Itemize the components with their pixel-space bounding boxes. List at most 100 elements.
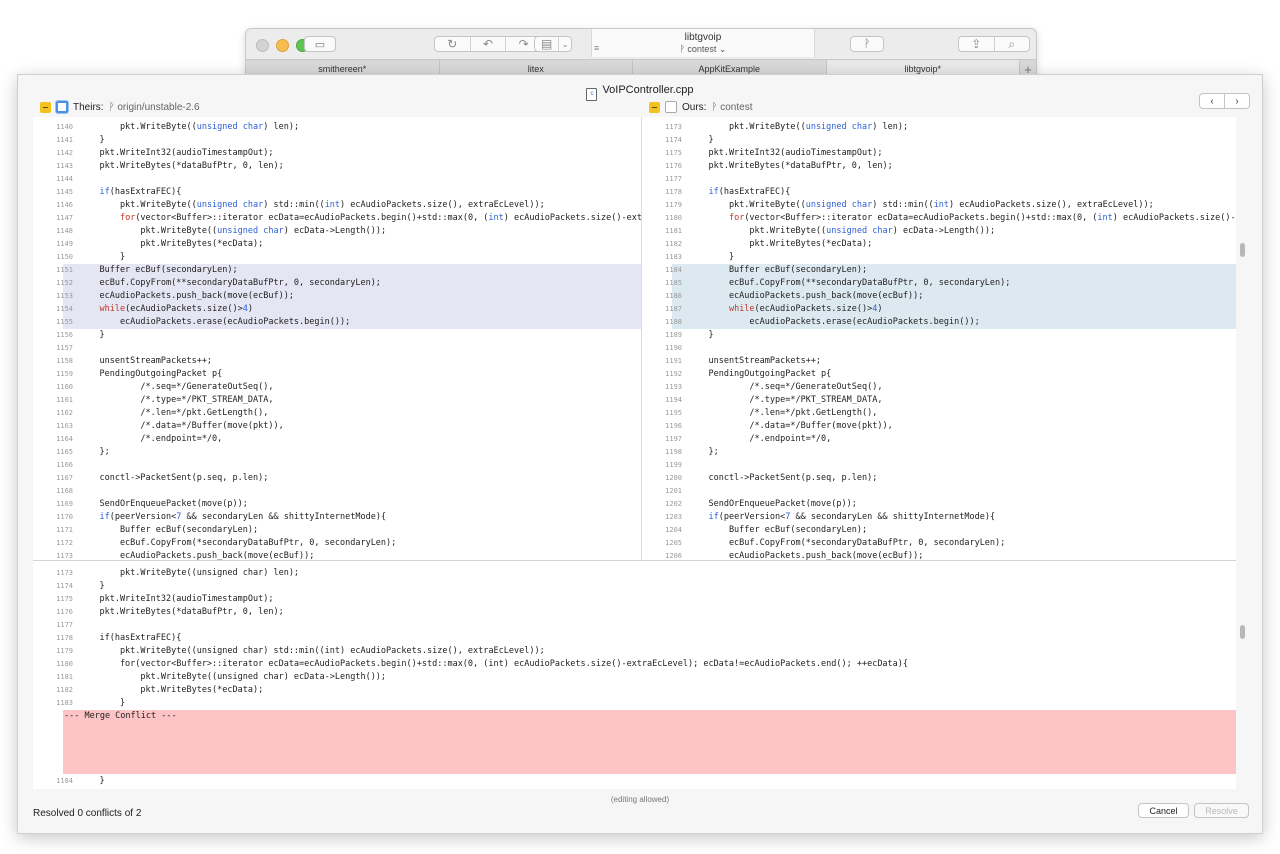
- code-line[interactable]: 1196 /*.data=*/Buffer(move(pkt)),: [642, 420, 1236, 433]
- code-line[interactable]: 1178 if(hasExtraFEC){: [33, 632, 1236, 645]
- code-line[interactable]: 1203 if(peerVersion<7 && secondaryLen &&…: [642, 511, 1236, 524]
- code-line[interactable]: 1160 /*.seq=*/GenerateOutSeq(),: [33, 381, 641, 394]
- bottom-scrollbar[interactable]: [1240, 625, 1245, 639]
- code-line[interactable]: 1147 for(vector<Buffer>::iterator ecData…: [33, 212, 641, 225]
- current-branch[interactable]: ᚹ contest ⌄: [592, 44, 814, 55]
- code-line[interactable]: 1176 pkt.WriteBytes(*dataBufPtr, 0, len)…: [33, 606, 1236, 619]
- code-line[interactable]: 1149 pkt.WriteBytes(*ecData);: [33, 238, 641, 251]
- code-line[interactable]: 1143 pkt.WriteBytes(*dataBufPtr, 0, len)…: [33, 160, 641, 173]
- code-line[interactable]: 1158 unsentStreamPackets++;: [33, 355, 641, 368]
- code-line[interactable]: 1157: [33, 342, 641, 355]
- code-line[interactable]: 1167 conctl->PacketSent(p.seq, p.len);: [33, 472, 641, 485]
- sidebar-toggle-button[interactable]: ▭: [304, 36, 336, 52]
- branch-button[interactable]: ᚹ: [850, 36, 884, 52]
- code-line[interactable]: 1154 while(ecAudioPackets.size()>4): [33, 303, 641, 316]
- previous-conflict-button[interactable]: ‹: [1200, 94, 1225, 108]
- code-line[interactable]: 1198 };: [642, 446, 1236, 459]
- code-line[interactable]: 1182 pkt.WriteBytes(*ecData);: [642, 238, 1236, 251]
- code-line[interactable]: 1192 PendingOutgoingPacket p{: [642, 368, 1236, 381]
- code-line[interactable]: 1170 if(peerVersion<7 && secondaryLen &&…: [33, 511, 641, 524]
- code-line[interactable]: 1183 }: [642, 251, 1236, 264]
- search-icon[interactable]: ⌕: [995, 37, 1030, 51]
- code-line[interactable]: 1183 }: [33, 697, 1236, 710]
- code-line[interactable]: 1174 }: [642, 134, 1236, 147]
- theirs-checkbox[interactable]: [56, 101, 68, 113]
- code-line[interactable]: 1151 Buffer ecBuf(secondaryLen);: [33, 264, 641, 277]
- code-line[interactable]: 1180 for(vector<Buffer>::iterator ecData…: [642, 212, 1236, 225]
- code-line[interactable]: 1153 ecAudioPackets.push_back(move(ecBuf…: [33, 290, 641, 303]
- code-line[interactable]: 1204 Buffer ecBuf(secondaryLen);: [642, 524, 1236, 537]
- code-line[interactable]: 1176 pkt.WriteBytes(*dataBufPtr, 0, len)…: [642, 160, 1236, 173]
- code-line[interactable]: 1187 while(ecAudioPackets.size()>4): [642, 303, 1236, 316]
- code-line[interactable]: 1166: [33, 459, 641, 472]
- code-line[interactable]: 1148 pkt.WriteByte((unsigned char) ecDat…: [33, 225, 641, 238]
- code-line[interactable]: 1197 /*.endpoint=*/0,: [642, 433, 1236, 446]
- top-scrollbar[interactable]: [1240, 243, 1245, 257]
- code-line[interactable]: 1200 conctl->PacketSent(p.seq, p.len);: [642, 472, 1236, 485]
- code-line[interactable]: 1168: [33, 485, 641, 498]
- code-line[interactable]: 1206 ecAudioPackets.push_back(move(ecBuf…: [642, 550, 1236, 560]
- code-line[interactable]: 1205 ecBuf.CopyFrom(*secondaryDataBufPtr…: [642, 537, 1236, 550]
- code-line[interactable]: 1201: [642, 485, 1236, 498]
- code-line[interactable]: 1173 pkt.WriteByte((unsigned char) len);: [642, 121, 1236, 134]
- code-line[interactable]: 1186 ecAudioPackets.push_back(move(ecBuf…: [642, 290, 1236, 303]
- code-line[interactable]: 1188 ecAudioPackets.erase(ecAudioPackets…: [642, 316, 1236, 329]
- code-line[interactable]: 1185 ecBuf.CopyFrom(**secondaryDataBufPt…: [642, 277, 1236, 290]
- stash-button[interactable]: ▤ ⌄: [534, 36, 572, 52]
- code-line[interactable]: 1194 /*.type=*/PKT_STREAM_DATA,: [642, 394, 1236, 407]
- code-line[interactable]: 1161 /*.type=*/PKT_STREAM_DATA,: [33, 394, 641, 407]
- code-line[interactable]: 1191 unsentStreamPackets++;: [642, 355, 1236, 368]
- merge-conflict-block[interactable]: --- Merge Conflict ---: [63, 710, 1236, 774]
- conflict-badge-icon[interactable]: [40, 101, 51, 113]
- share-icon[interactable]: ⇪: [959, 37, 995, 51]
- code-line[interactable]: 1173 pkt.WriteByte((unsigned char) len);: [33, 567, 1236, 580]
- merged-result-pane[interactable]: 1173 pkt.WriteByte((unsigned char) len);…: [33, 561, 1236, 789]
- code-line[interactable]: 1189 }: [642, 329, 1236, 342]
- theirs-pane[interactable]: 1140 pkt.WriteByte((unsigned char) len);…: [33, 117, 641, 560]
- fetch-icon[interactable]: ↻: [435, 37, 471, 51]
- code-line[interactable]: 1145 if(hasExtraFEC){: [33, 186, 641, 199]
- code-line[interactable]: 1181 pkt.WriteByte((unsigned char) ecDat…: [642, 225, 1236, 238]
- repo-title[interactable]: libtgvoip ᚹ contest ⌄: [591, 29, 815, 57]
- code-line[interactable]: 1174 }: [33, 580, 1236, 593]
- ours-pane[interactable]: 1173 pkt.WriteByte((unsigned char) len);…: [642, 117, 1236, 560]
- code-line[interactable]: 1181 pkt.WriteByte((unsigned char) ecDat…: [33, 671, 1236, 684]
- conflict-badge-icon[interactable]: [649, 101, 660, 113]
- code-line[interactable]: 1142 pkt.WriteInt32(audioTimestampOut);: [33, 147, 641, 160]
- code-line[interactable]: 1140 pkt.WriteByte((unsigned char) len);: [33, 121, 641, 134]
- code-line[interactable]: 1175 pkt.WriteInt32(audioTimestampOut);: [33, 593, 1236, 606]
- code-line[interactable]: 1141 }: [33, 134, 641, 147]
- code-line[interactable]: 1177: [33, 619, 1236, 632]
- code-line[interactable]: 1182 pkt.WriteBytes(*ecData);: [33, 684, 1236, 697]
- code-line[interactable]: 1184 }: [33, 775, 1236, 788]
- code-line[interactable]: 1162 /*.len=*/pkt.GetLength(),: [33, 407, 641, 420]
- code-line[interactable]: 1199: [642, 459, 1236, 472]
- cancel-button[interactable]: Cancel: [1138, 803, 1189, 818]
- code-line[interactable]: 1173 ecAudioPackets.push_back(move(ecBuf…: [33, 550, 641, 560]
- minimize-button[interactable]: [276, 39, 289, 52]
- code-line[interactable]: 1146 pkt.WriteByte((unsigned char) std::…: [33, 199, 641, 212]
- code-line[interactable]: 1163 /*.data=*/Buffer(move(pkt)),: [33, 420, 641, 433]
- code-line[interactable]: 1164 /*.endpoint=*/0,: [33, 433, 641, 446]
- code-line[interactable]: 1179 pkt.WriteByte((unsigned char) std::…: [33, 645, 1236, 658]
- next-conflict-button[interactable]: ›: [1225, 94, 1249, 108]
- code-line[interactable]: 1156 }: [33, 329, 641, 342]
- code-line[interactable]: 1195 /*.len=*/pkt.GetLength(),: [642, 407, 1236, 420]
- code-line[interactable]: 1144: [33, 173, 641, 186]
- code-line[interactable]: 1193 /*.seq=*/GenerateOutSeq(),: [642, 381, 1236, 394]
- pull-icon[interactable]: ↶: [471, 37, 507, 51]
- code-line[interactable]: 1190: [642, 342, 1236, 355]
- code-line[interactable]: 1159 PendingOutgoingPacket p{: [33, 368, 641, 381]
- ours-checkbox[interactable]: [665, 101, 677, 113]
- code-line[interactable]: 1165 };: [33, 446, 641, 459]
- code-line[interactable]: 1180 for(vector<Buffer>::iterator ecData…: [33, 658, 1236, 671]
- code-line[interactable]: 1177: [642, 173, 1236, 186]
- code-line[interactable]: 1178 if(hasExtraFEC){: [642, 186, 1236, 199]
- code-line[interactable]: 1172 ecBuf.CopyFrom(*secondaryDataBufPtr…: [33, 537, 641, 550]
- resolve-button[interactable]: Resolve: [1194, 803, 1249, 818]
- code-line[interactable]: 1202 SendOrEnqueuePacket(move(p));: [642, 498, 1236, 511]
- code-line[interactable]: 1150 }: [33, 251, 641, 264]
- code-line[interactable]: 1171 Buffer ecBuf(secondaryLen);: [33, 524, 641, 537]
- code-line[interactable]: 1184 Buffer ecBuf(secondaryLen);: [642, 264, 1236, 277]
- code-line[interactable]: 1155 ecAudioPackets.erase(ecAudioPackets…: [33, 316, 641, 329]
